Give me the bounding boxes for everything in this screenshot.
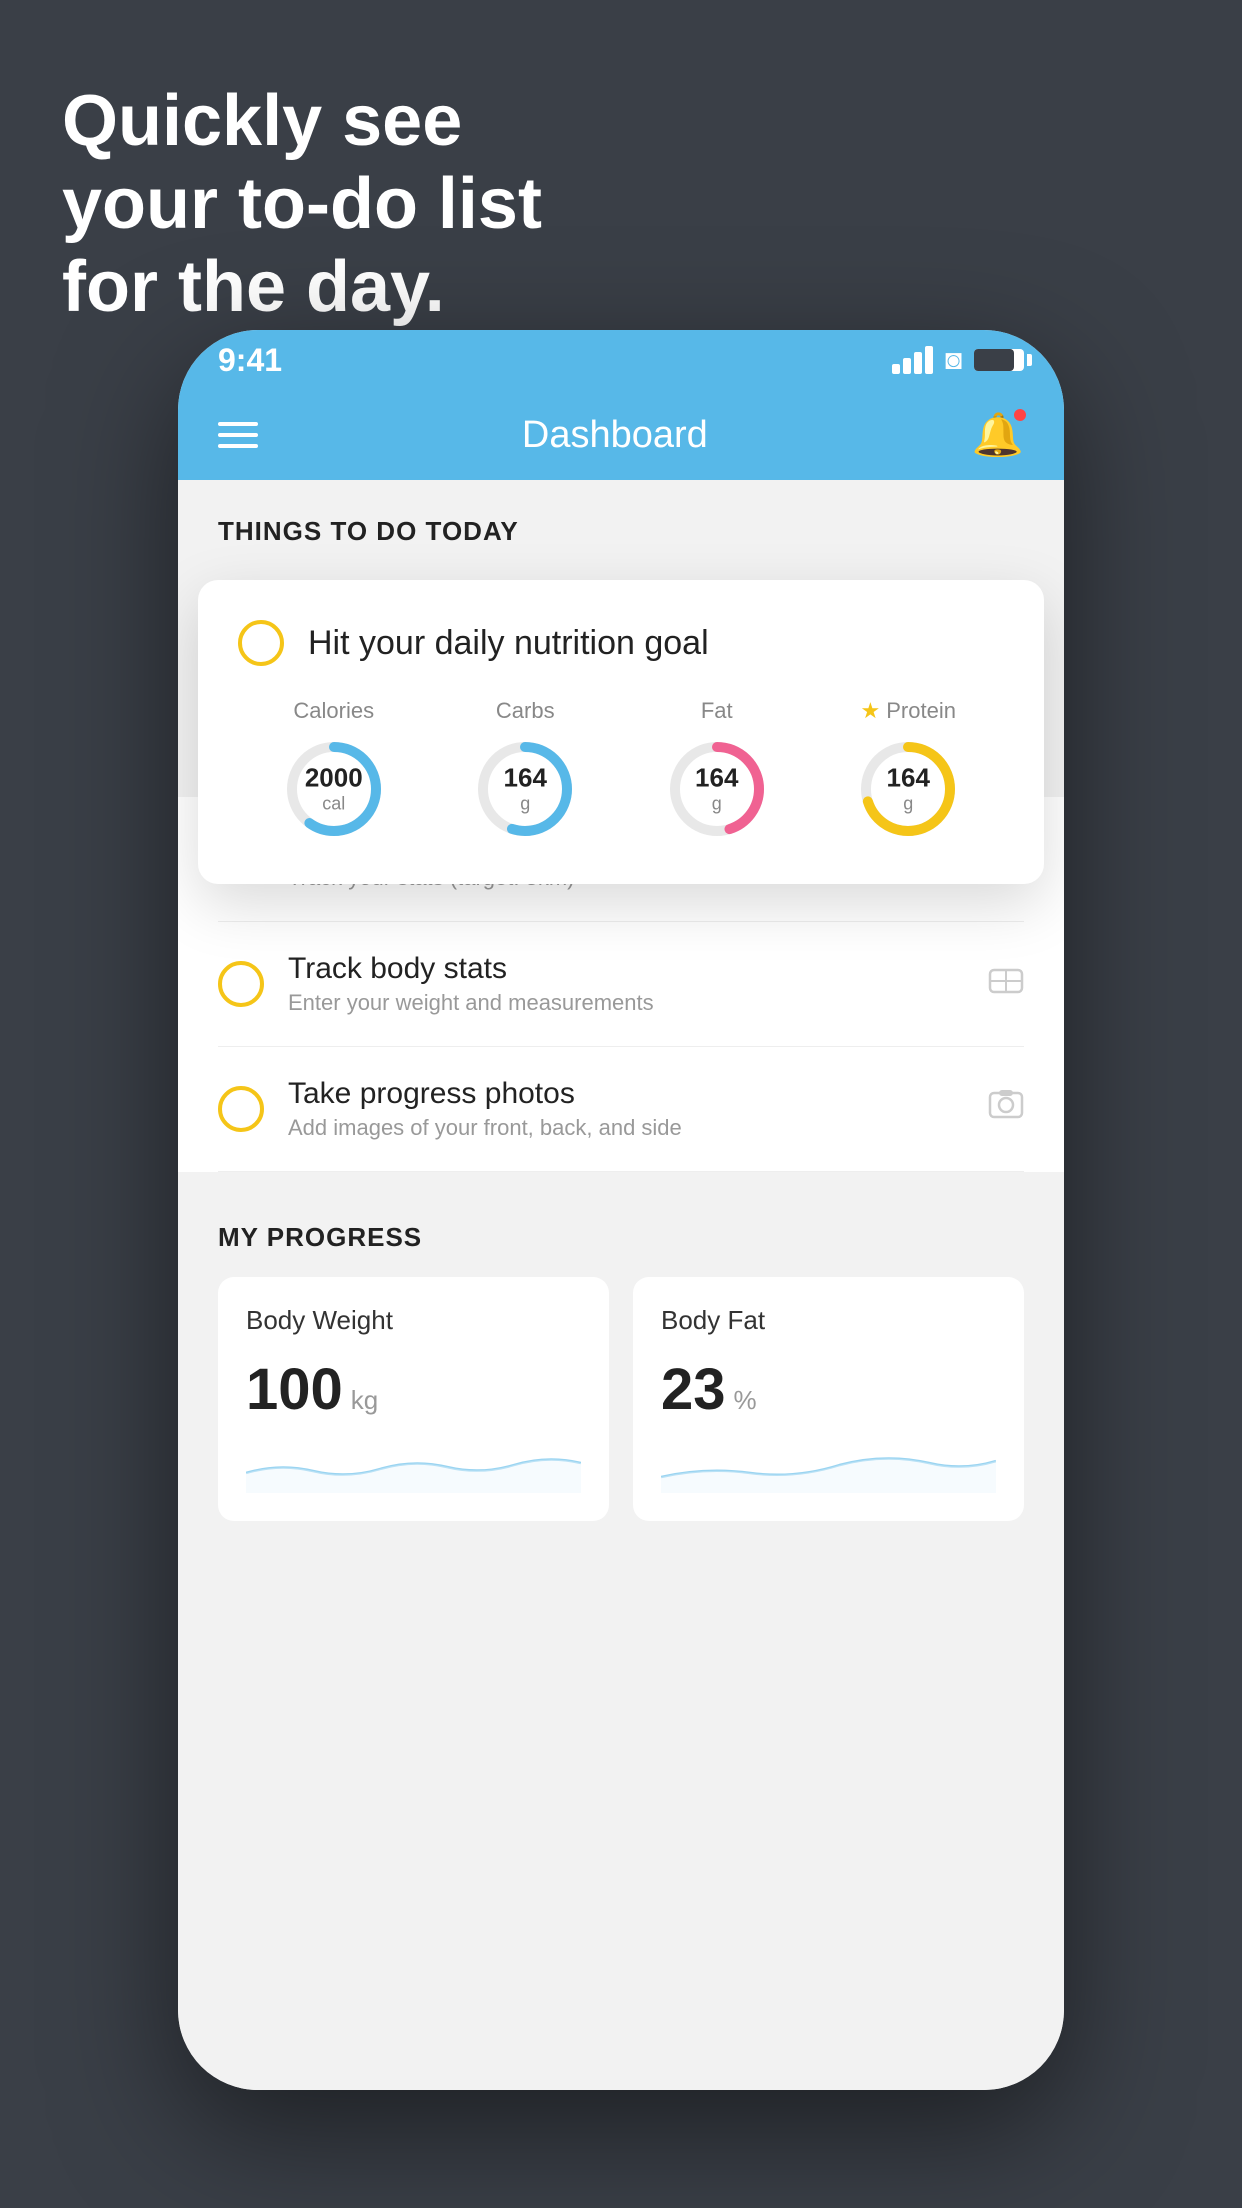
headline: Quickly see your to-do list for the day. xyxy=(62,80,542,328)
nutrition-title: Hit your daily nutrition goal xyxy=(308,624,709,663)
status-bar: 9:41 ◙ xyxy=(178,330,1064,390)
body-fat-chart xyxy=(661,1443,996,1493)
notification-dot xyxy=(1012,407,1028,423)
carbs-unit: g xyxy=(504,794,547,816)
phone-mockup: 9:41 ◙ Dashboard 🔔 THINGS TO xyxy=(178,330,1064,2090)
calories-value: 2000 xyxy=(305,763,363,794)
body-fat-label: Body Fat xyxy=(661,1305,996,1336)
calories-donut: 2000 cal xyxy=(279,734,389,844)
body-fat-unit: % xyxy=(734,1385,757,1416)
calories-label: Calories xyxy=(293,698,374,724)
progress-cards: Body Weight 100 kg Body Fat xyxy=(218,1277,1024,1521)
carbs-label: Carbs xyxy=(496,698,555,724)
wifi-icon: ◙ xyxy=(945,344,962,376)
photos-subtitle: Add images of your front, back, and side xyxy=(288,1115,964,1141)
protein-donut: 164 g xyxy=(853,734,963,844)
body-stats-subtitle: Enter your weight and measurements xyxy=(288,990,964,1016)
body-stats-text: Track body stats Enter your weight and m… xyxy=(288,952,964,1016)
photos-checkbox[interactable] xyxy=(218,1086,264,1132)
fat-unit: g xyxy=(695,794,738,816)
body-stats-title: Track body stats xyxy=(288,952,964,986)
menu-button[interactable] xyxy=(218,422,258,448)
body-fat-card: Body Fat 23 % xyxy=(633,1277,1024,1521)
status-time: 9:41 xyxy=(218,342,282,379)
scale-icon xyxy=(988,962,1024,1007)
photos-text: Take progress photos Add images of your … xyxy=(288,1077,964,1141)
status-icons: ◙ xyxy=(892,344,1024,376)
body-weight-number: 100 xyxy=(246,1356,343,1423)
main-content: THINGS TO DO TODAY Hit your daily nutrit… xyxy=(178,480,1064,2090)
nav-title: Dashboard xyxy=(522,414,708,457)
body-weight-value-row: 100 kg xyxy=(246,1356,581,1423)
photos-title: Take progress photos xyxy=(288,1077,964,1111)
fat-label: Fat xyxy=(701,698,733,724)
nutrition-checkbox[interactable] xyxy=(238,620,284,666)
nutrition-card-header: Hit your daily nutrition goal xyxy=(238,620,1004,666)
things-title: THINGS TO DO TODAY xyxy=(218,516,519,546)
fat-donut: 164 g xyxy=(662,734,772,844)
battery-icon xyxy=(974,349,1024,371)
body-fat-value-row: 23 % xyxy=(661,1356,996,1423)
photo-icon xyxy=(988,1087,1024,1132)
protein-circle: ★ Protein 164 g xyxy=(853,698,963,844)
fat-circle: Fat 164 g xyxy=(662,698,772,844)
things-header: THINGS TO DO TODAY xyxy=(178,480,1064,567)
progress-title: MY PROGRESS xyxy=(218,1222,1024,1253)
body-weight-label: Body Weight xyxy=(246,1305,581,1336)
body-stats-checkbox[interactable] xyxy=(218,961,264,1007)
carbs-value: 164 xyxy=(504,763,547,794)
body-weight-chart xyxy=(246,1443,581,1493)
protein-unit: g xyxy=(887,794,930,816)
carbs-circle: Carbs 164 g xyxy=(470,698,580,844)
signal-icon xyxy=(892,346,933,374)
fat-value: 164 xyxy=(695,763,738,794)
todo-item-photos[interactable]: Take progress photos Add images of your … xyxy=(218,1047,1024,1172)
notification-bell-button[interactable]: 🔔 xyxy=(972,411,1024,460)
progress-section: MY PROGRESS Body Weight 100 kg xyxy=(178,1172,1064,1551)
nutrition-circles: Calories 2000 cal Carbs xyxy=(238,698,1004,844)
calories-circle: Calories 2000 cal xyxy=(279,698,389,844)
body-weight-card: Body Weight 100 kg xyxy=(218,1277,609,1521)
todo-item-body-stats[interactable]: Track body stats Enter your weight and m… xyxy=(218,922,1024,1047)
nav-bar: Dashboard 🔔 xyxy=(178,390,1064,480)
carbs-donut: 164 g xyxy=(470,734,580,844)
calories-unit: cal xyxy=(305,794,363,816)
body-weight-unit: kg xyxy=(351,1385,378,1416)
body-fat-number: 23 xyxy=(661,1356,726,1423)
star-icon: ★ xyxy=(861,698,881,724)
nutrition-card: Hit your daily nutrition goal Calories 2… xyxy=(198,580,1044,884)
protein-label: ★ Protein xyxy=(861,698,956,724)
protein-value: 164 xyxy=(887,763,930,794)
